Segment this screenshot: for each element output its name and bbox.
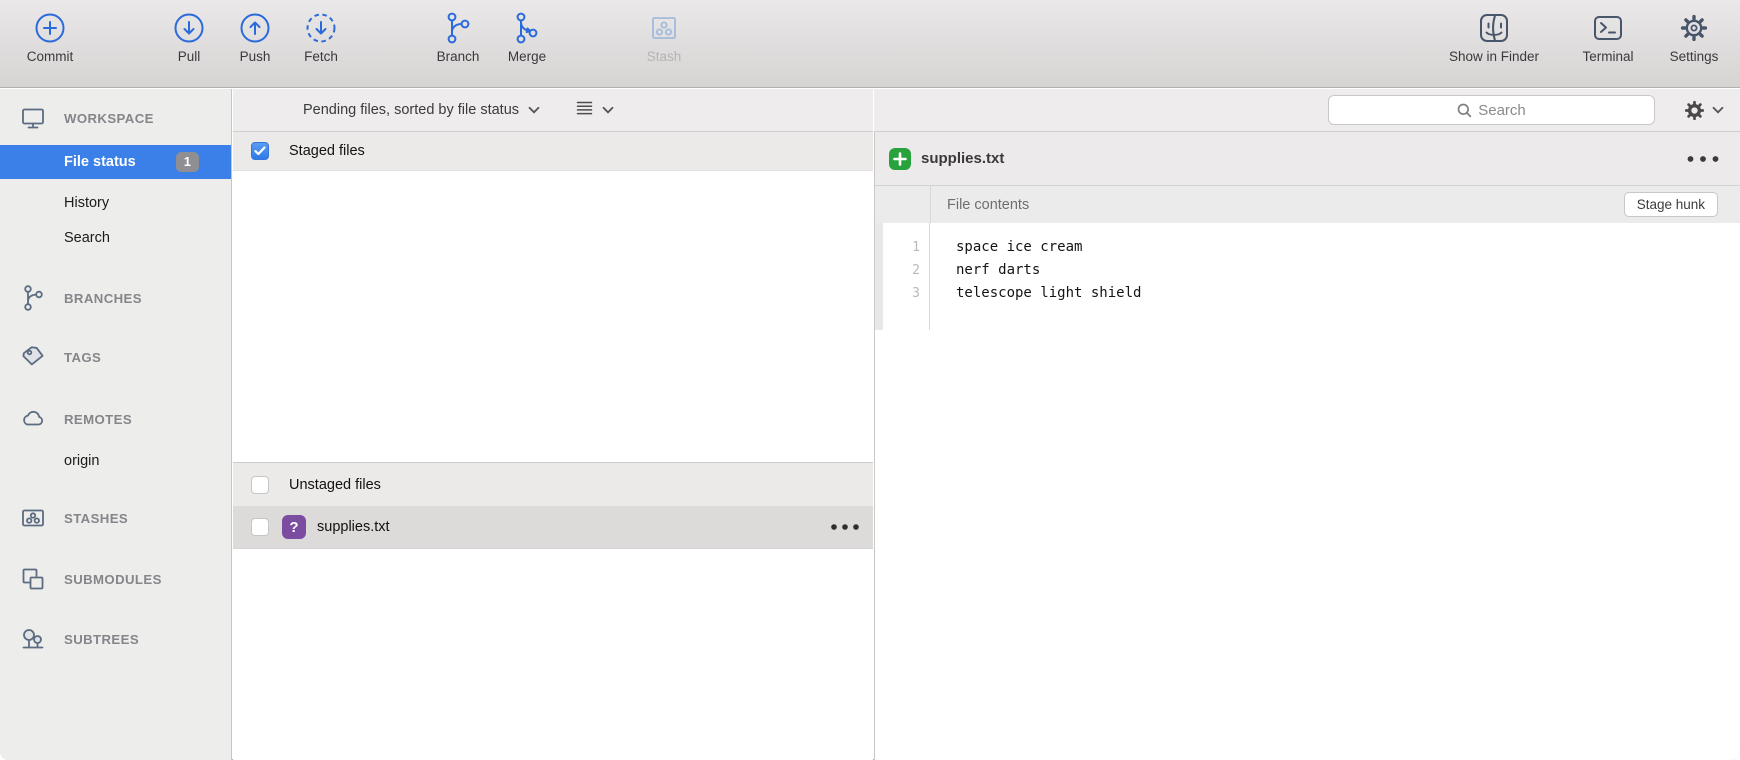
search-icon [1457, 103, 1472, 118]
sidebar-section-subtrees[interactable]: SUBTREES [0, 622, 231, 656]
sidebar-section-tags[interactable]: TAGS [0, 340, 231, 374]
diff-file-header: supplies.txt [875, 132, 1740, 186]
file-list-filter-bar: Pending files, sorted by file status [233, 89, 873, 132]
merge-button[interactable]: Merge [497, 9, 557, 64]
finder-icon [1477, 9, 1511, 46]
file-checkbox[interactable] [251, 518, 269, 536]
gear-icon [1683, 99, 1706, 122]
staged-files-checkbox[interactable] [251, 142, 269, 160]
staged-files-list [233, 171, 873, 462]
staged-add-icon [889, 148, 911, 170]
merge-icon [512, 9, 542, 46]
file-row-supplies-txt[interactable]: ? supplies.txt [233, 506, 873, 549]
untracked-status-icon: ? [282, 515, 306, 539]
unstaged-files-header: Unstaged files [233, 462, 873, 506]
file-status-pane: Staged files Unstaged files ? supplies.t… [233, 132, 873, 760]
line-number: 1 [875, 236, 929, 259]
stash-button: Stash [638, 9, 690, 64]
sidebar-section-stashes[interactable]: STASHES [0, 501, 231, 535]
code-line: telescope light shield [956, 282, 1141, 305]
gear-icon [1677, 9, 1711, 46]
pull-button[interactable]: Pull [165, 9, 213, 64]
check-icon [254, 146, 266, 156]
line-number: 3 [875, 282, 929, 305]
chevron-down-icon [1712, 106, 1724, 114]
repo-settings-menu[interactable] [1683, 99, 1724, 122]
sidebar-section-remotes[interactable]: REMOTES [0, 402, 231, 436]
file-status-count-badge: 1 [176, 152, 199, 172]
search-bar: Search [874, 89, 1740, 132]
sidebar-item-search[interactable]: Search [0, 221, 231, 255]
chevron-down-icon[interactable] [528, 101, 540, 119]
show-in-finder-button[interactable]: Show in Finder [1438, 9, 1550, 64]
main-toolbar: Commit Pull Push Fet [0, 0, 1740, 88]
sidebar: WORKSPACE File status 1 History Search B… [0, 89, 232, 760]
diff-pane: supplies.txt File contents Stage hunk 1 … [874, 132, 1740, 760]
commit-button[interactable]: Commit [14, 9, 86, 64]
push-icon [239, 9, 271, 46]
chevron-down-icon[interactable] [602, 101, 614, 119]
fetch-button[interactable]: Fetch [295, 9, 347, 64]
pull-icon [173, 9, 205, 46]
view-options-icon[interactable] [576, 101, 593, 120]
cloud-icon [18, 406, 48, 432]
stash-icon [649, 9, 679, 46]
fetch-icon [305, 9, 337, 46]
push-button[interactable]: Push [231, 9, 279, 64]
pending-files-dropdown[interactable]: Pending files, sorted by file status [303, 102, 519, 118]
sidebar-section-workspace[interactable]: WORKSPACE [0, 101, 231, 135]
branch-button[interactable]: Branch [428, 9, 488, 64]
sidebar-section-submodules[interactable]: SUBMODULES [0, 562, 231, 596]
commit-icon [34, 9, 66, 46]
stage-hunk-button[interactable]: Stage hunk [1624, 192, 1718, 217]
submodules-icon [18, 566, 48, 592]
tag-icon [18, 344, 48, 370]
settings-button[interactable]: Settings [1663, 9, 1725, 64]
stashes-icon [18, 505, 48, 531]
sidebar-item-file-status[interactable]: File status 1 [0, 145, 231, 179]
code-line: nerf darts [956, 259, 1141, 282]
file-actions-ellipsis-button[interactable] [830, 523, 860, 531]
subtrees-icon [18, 626, 48, 652]
branch-icon [443, 9, 473, 46]
terminal-icon [1591, 9, 1625, 46]
sidebar-section-branches[interactable]: BRANCHES [0, 281, 231, 315]
file-contents-view: 1 2 3 space ice cream nerf darts telesco… [875, 223, 1740, 330]
line-number: 2 [875, 259, 929, 282]
branches-icon [18, 284, 48, 312]
hunk-header: File contents Stage hunk [875, 186, 1740, 223]
unstaged-files-checkbox[interactable] [251, 476, 269, 494]
staged-files-header: Staged files [233, 132, 873, 171]
code-line: space ice cream [956, 236, 1141, 259]
diff-file-title: supplies.txt [921, 150, 1004, 167]
workspace-icon [18, 105, 48, 131]
terminal-button[interactable]: Terminal [1572, 9, 1644, 64]
sidebar-item-history[interactable]: History [0, 186, 231, 220]
line-number-gutter: 1 2 3 [875, 223, 930, 330]
sidebar-item-origin[interactable]: origin [0, 444, 231, 478]
search-input[interactable]: Search [1328, 95, 1655, 125]
code-lines: space ice cream nerf darts telescope lig… [930, 223, 1141, 330]
diff-actions-ellipsis-button[interactable] [1686, 155, 1720, 163]
app-window: Commit Pull Push Fet [0, 0, 1740, 760]
